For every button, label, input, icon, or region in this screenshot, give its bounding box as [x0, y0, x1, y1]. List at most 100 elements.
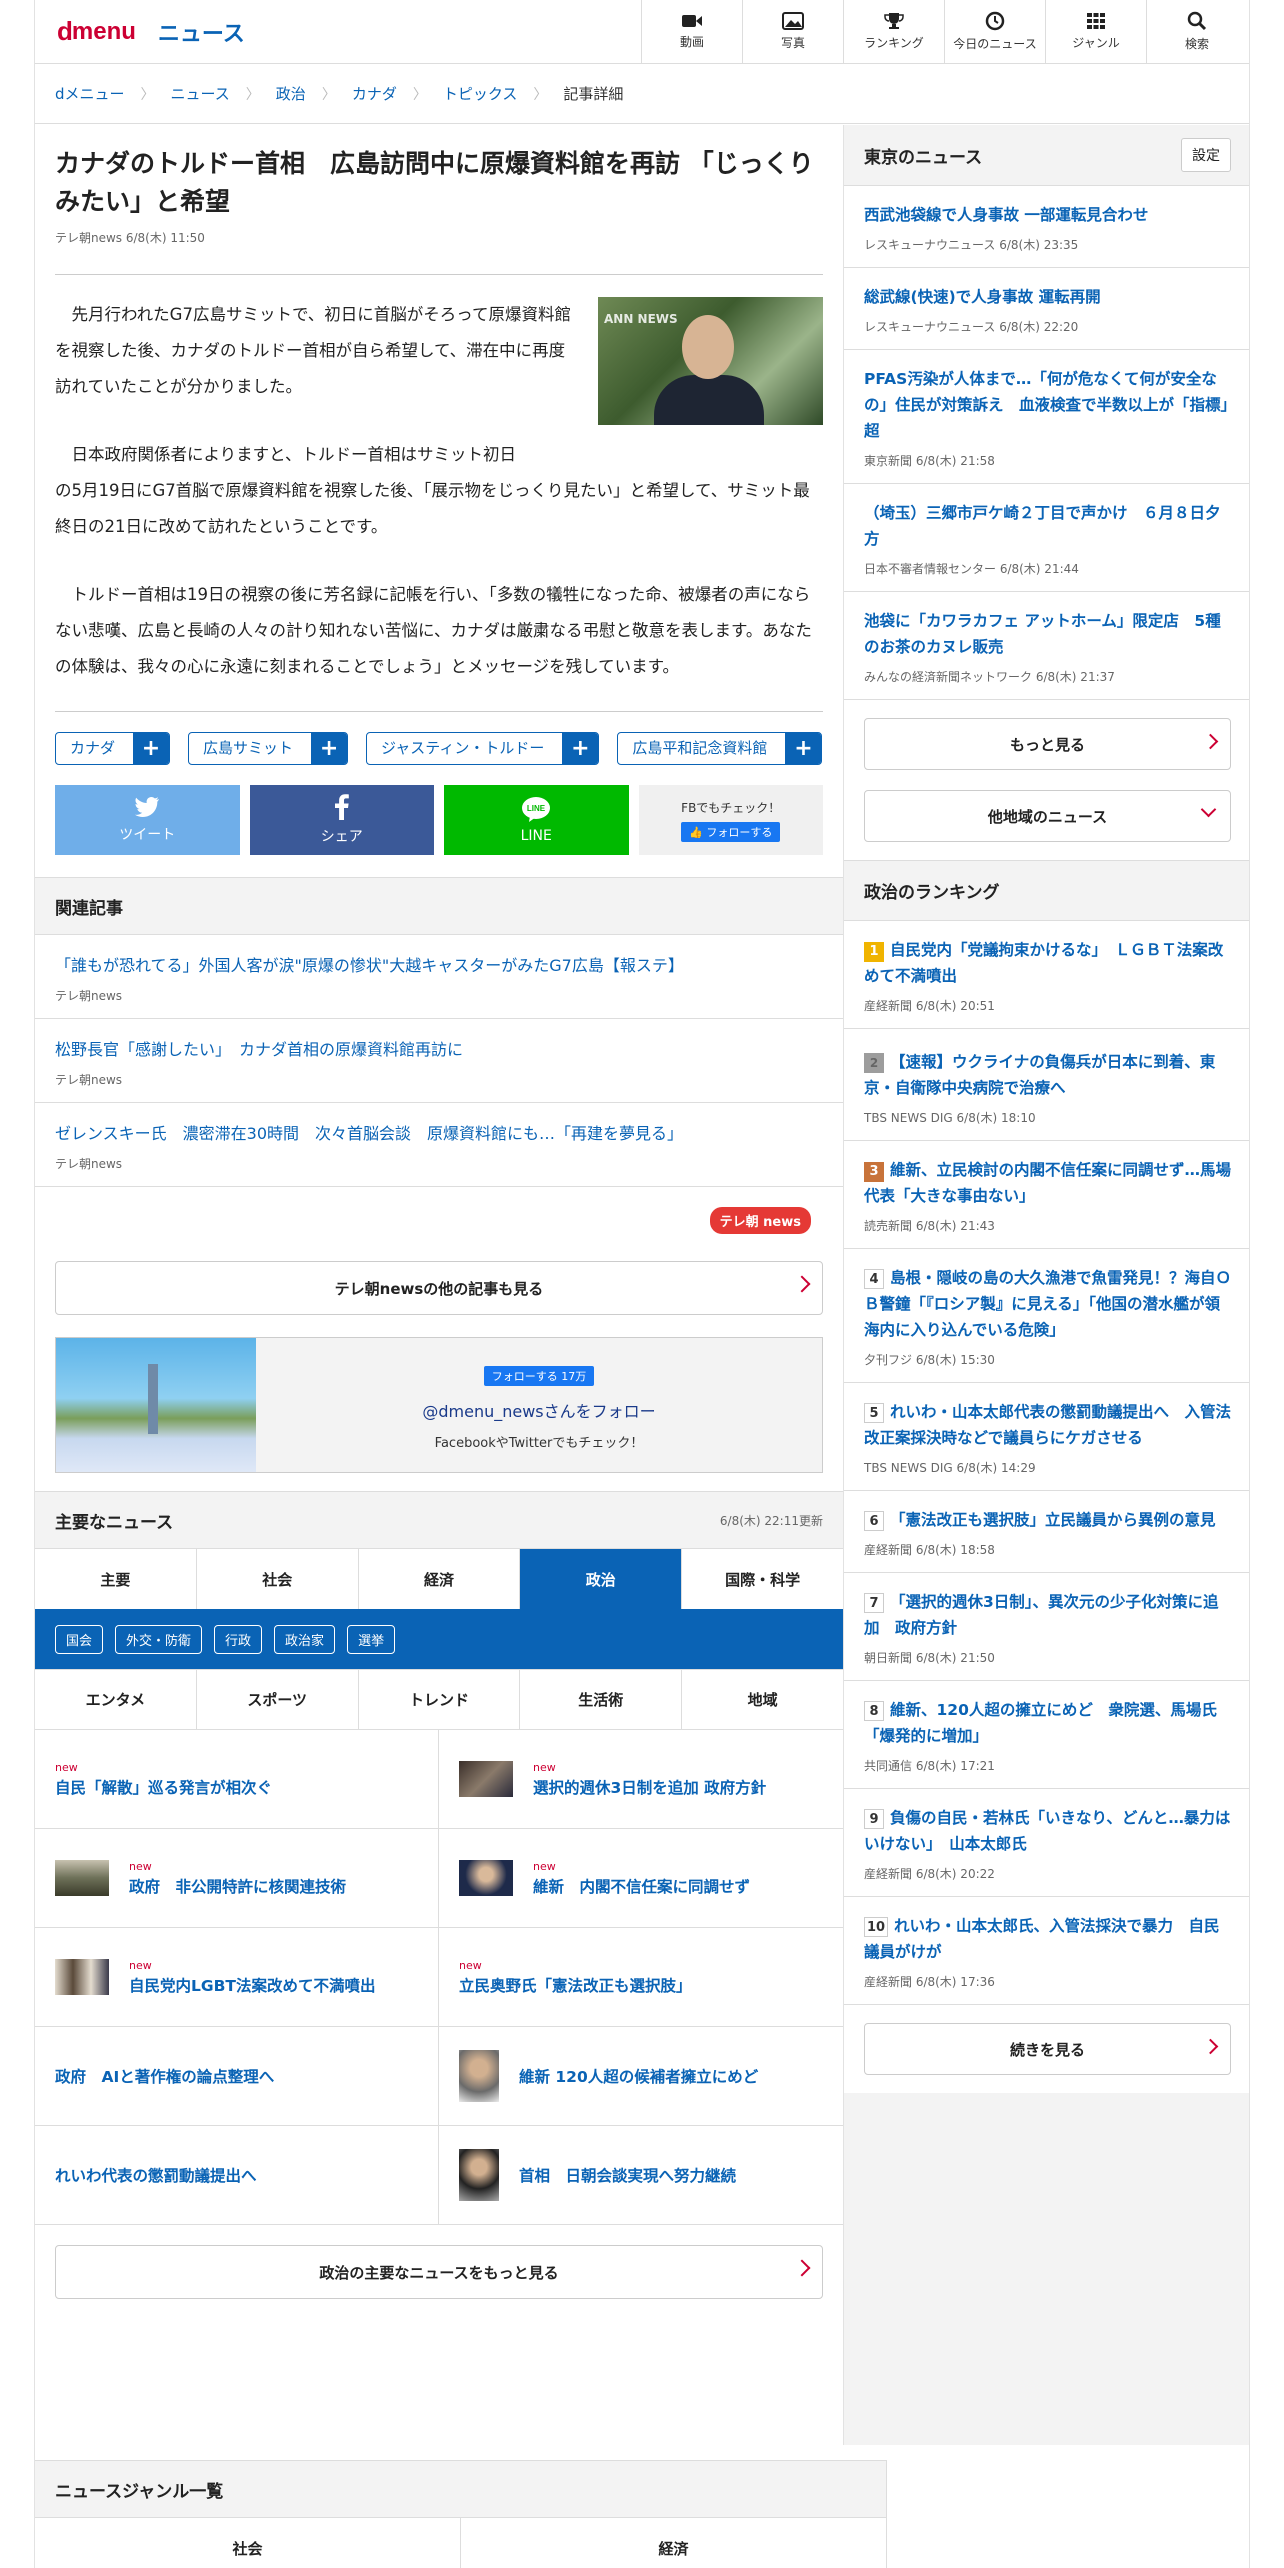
related-title[interactable]: 「誰もが恐れてる」外国人客が涙"原爆の惨状"大越キャスターがみたG7広島【報ステ…: [55, 953, 823, 979]
chip-diplomacy[interactable]: 外交・防衛: [115, 1624, 203, 1654]
related-item[interactable]: 松野長官「感謝したい」 カナダ首相の原爆資料館再訪に テレ朝news: [35, 1019, 843, 1103]
plus-icon[interactable]: +: [785, 733, 822, 764]
ranking-more-button[interactable]: 続きを見る: [864, 2023, 1231, 2075]
ranking-item[interactable]: 7 「選択的週休3日制」、異次元の少子化対策に追加 政府方針 朝日新聞 6/8(木)…: [844, 1572, 1249, 1680]
breadcrumb-politics[interactable]: 政治: [276, 83, 306, 104]
news-cell[interactable]: 首相 日朝会談実現へ努力継続: [439, 2126, 843, 2225]
tab-region[interactable]: 地域: [682, 1670, 843, 1729]
local-news-link[interactable]: 池袋に「カワラカフェ アットホーム」限定店 5種のお茶のカヌレ販売: [864, 608, 1231, 660]
ranking-item[interactable]: 1 自民党内「党議拘束かけるな」 ＬＧＢＴ法案改めて不満噴出 産経新聞 6/8(木)…: [844, 920, 1249, 1028]
ranking-item[interactable]: 2 【速報】ウクライナの負傷兵が日本に到着、東京・自衛隊中央病院で治療へ TBS N…: [844, 1028, 1249, 1140]
tab-lifestyle[interactable]: 生活術: [520, 1670, 683, 1729]
tag-trudeau[interactable]: ジャスティン・トルドー +: [366, 732, 600, 765]
politics-more-button[interactable]: 政治の主要なニュースをもっと見る: [55, 2245, 823, 2299]
plus-icon[interactable]: +: [311, 733, 348, 764]
other-region-button[interactable]: 他地域のニュース: [864, 790, 1231, 842]
article-photo[interactable]: ANN NEWS: [598, 297, 823, 425]
nav-genre[interactable]: ジャンル: [1045, 0, 1146, 64]
news-title[interactable]: 選択的週休3日制を追加 政府方針: [533, 1779, 766, 1797]
news-title[interactable]: 維新 120人超の候補者擁立にめど: [519, 2068, 758, 2086]
ranking-link[interactable]: 維新、120人超の擁立にめど 衆院選、馬場氏「爆発的に増加」: [864, 1701, 1217, 1745]
news-cell[interactable]: 維新 120人超の候補者擁立にめど: [439, 2027, 843, 2126]
chip-diet[interactable]: 国会: [55, 1624, 104, 1654]
nav-photo[interactable]: 写真: [742, 0, 843, 64]
nav-search[interactable]: 検索: [1146, 0, 1247, 64]
breadcrumb-topics[interactable]: トピックス: [443, 83, 518, 104]
news-title[interactable]: 自民「解散」巡る発言が相次ぐ: [55, 1779, 272, 1797]
news-cell[interactable]: new 選択的週休3日制を追加 政府方針: [439, 1730, 843, 1829]
ranking-item[interactable]: 3 維新、立民検討の内閣不信任案に同調せず…馬場代表「大きな事由ない」 読売新聞 6…: [844, 1140, 1249, 1248]
tab-international[interactable]: 国際・科学: [682, 1549, 843, 1609]
tab-economy[interactable]: 経済: [359, 1549, 521, 1609]
provider-more-button[interactable]: テレ朝newsの他の記事も見る: [55, 1261, 823, 1315]
nav-ranking[interactable]: ランキング: [843, 0, 944, 64]
genre-economy[interactable]: 経済: [461, 2518, 887, 2568]
tab-entertainment[interactable]: エンタメ: [35, 1670, 197, 1729]
related-title[interactable]: 松野長官「感謝したい」 カナダ首相の原爆資料館再訪に: [55, 1037, 823, 1063]
fb-follow-button[interactable]: フォローする 17万: [483, 1365, 595, 1386]
line-share-button[interactable]: LINE LINE: [444, 785, 629, 855]
related-item[interactable]: ゼレンスキー氏 濃密滞在30時間 次々首脳会談 原爆資料館にも…「再建を夢見る」…: [35, 1103, 843, 1187]
news-title[interactable]: 政府 AIと著作権の論点整理へ: [55, 2068, 274, 2086]
site-logo[interactable]: d menu ニュース: [35, 16, 641, 48]
breadcrumb-news[interactable]: ニュース: [171, 83, 230, 104]
news-title[interactable]: れいわ代表の懲罰動議提出へ: [55, 2167, 257, 2185]
tab-society[interactable]: 社会: [197, 1549, 359, 1609]
ranking-link[interactable]: 【速報】ウクライナの負傷兵が日本に到着、東京・自衛隊中央病院で治療へ: [864, 1053, 1215, 1097]
local-more-button[interactable]: もっと見る: [864, 718, 1231, 770]
fb-follow-button[interactable]: 👍 フォローする: [681, 821, 781, 842]
local-news-item[interactable]: （埼玉）三郷市戸ケ崎２丁目で声かけ ６月８日夕方 日本不審者情報センター 6/8(…: [844, 483, 1249, 591]
ranking-link[interactable]: 「憲法改正も選択肢」立民議員から異例の意見: [890, 1511, 1216, 1529]
breadcrumb-canada[interactable]: カナダ: [352, 83, 397, 104]
ranking-item[interactable]: 6 「憲法改正も選択肢」立民議員から異例の意見 産経新聞 6/8(木) 18:58: [844, 1490, 1249, 1572]
news-title[interactable]: 首相 日朝会談実現へ努力継続: [519, 2167, 736, 2185]
news-cell[interactable]: 政府 AIと著作権の論点整理へ: [35, 2027, 439, 2126]
ranking-link[interactable]: れいわ・山本太郎代表の懲罰動議提出へ 入管法改正案採決時などで議員らにケガさせる: [864, 1403, 1231, 1447]
settings-button[interactable]: 設定: [1181, 138, 1231, 172]
tag-peace-museum[interactable]: 広島平和記念資料館 +: [617, 732, 823, 765]
ranking-item[interactable]: 4 島根・隠岐の島の大久漁港で魚雷発見！？海自ＯＢ警鐘「『ロシア製』に見える」「他…: [844, 1248, 1249, 1382]
tab-politics[interactable]: 政治: [520, 1549, 683, 1609]
local-news-link[interactable]: 西武池袋線で人身事故 一部運転見合わせ: [864, 202, 1231, 228]
ranking-link[interactable]: 負傷の自民・若林氏「いきなり、どんと…暴力はいけない」 山本太郎氏: [864, 1809, 1230, 1853]
nav-video[interactable]: 動画: [641, 0, 742, 64]
tv-asahi-news-logo[interactable]: テレ朝 news: [709, 1207, 811, 1234]
related-title[interactable]: ゼレンスキー氏 濃密滞在30時間 次々首脳会談 原爆資料館にも…「再建を夢見る」: [55, 1121, 823, 1147]
news-cell[interactable]: new 政府 非公開特許に核関連技術: [35, 1829, 439, 1928]
local-news-link[interactable]: （埼玉）三郷市戸ケ崎２丁目で声かけ ６月８日夕方: [864, 500, 1231, 552]
news-cell[interactable]: new 維新 内閣不信任案に同調せず: [439, 1829, 843, 1928]
plus-icon[interactable]: +: [562, 733, 599, 764]
tag-hiroshima-summit[interactable]: 広島サミット +: [188, 732, 349, 765]
local-news-link[interactable]: PFAS汚染が人体まで…「何が危なくて何が安全なの」住民が対策訴え 血液検査で半…: [864, 366, 1231, 444]
news-cell[interactable]: れいわ代表の懲罰動議提出へ: [35, 2126, 439, 2225]
ranking-item[interactable]: 9 負傷の自民・若林氏「いきなり、どんと…暴力はいけない」 山本太郎氏 産経新聞 6…: [844, 1788, 1249, 1896]
ranking-link[interactable]: 維新、立民検討の内閣不信任案に同調せず…馬場代表「大きな事由ない」: [864, 1161, 1231, 1205]
related-item[interactable]: 「誰もが恐れてる」外国人客が涙"原爆の惨状"大越キャスターがみたG7広島【報ステ…: [35, 935, 843, 1019]
ranking-item[interactable]: 8 維新、120人超の擁立にめど 衆院選、馬場氏「爆発的に増加」 共同通信 6/8(…: [844, 1680, 1249, 1788]
chip-election[interactable]: 選挙: [347, 1624, 396, 1654]
chip-administration[interactable]: 行政: [214, 1624, 263, 1654]
news-title[interactable]: 自民党内LGBT法案改めて不満噴出: [129, 1977, 376, 1995]
local-news-item[interactable]: 西武池袋線で人身事故 一部運転見合わせ レスキューナウニュース 6/8(木) 23…: [844, 185, 1249, 267]
news-cell[interactable]: new 自民党内LGBT法案改めて不満噴出: [35, 1928, 439, 2027]
local-news-item[interactable]: PFAS汚染が人体まで…「何が危なくて何が安全なの」住民が対策訴え 血液検査で半…: [844, 349, 1249, 483]
news-cell[interactable]: new 自民「解散」巡る発言が相次ぐ: [35, 1730, 439, 1829]
tab-sports[interactable]: スポーツ: [197, 1670, 359, 1729]
local-news-item[interactable]: 総武線(快速)で人身事故 運転再開 レスキューナウニュース 6/8(木) 22:2…: [844, 267, 1249, 349]
breadcrumb-dmenu[interactable]: dメニュー: [55, 83, 125, 104]
ranking-link[interactable]: 「選択的週休3日制」、異次元の少子化対策に追加 政府方針: [864, 1593, 1219, 1637]
news-cell[interactable]: new 立民奥野氏「憲法改正も選択肢」: [439, 1928, 843, 2027]
follow-account-link[interactable]: @dmenu_newsさんをフォロー: [422, 1398, 655, 1422]
tab-trend[interactable]: トレンド: [359, 1670, 521, 1729]
local-news-link[interactable]: 総武線(快速)で人身事故 運転再開: [864, 284, 1231, 310]
nav-today[interactable]: 今日のニュース: [944, 0, 1045, 64]
local-news-item[interactable]: 池袋に「カワラカフェ アットホーム」限定店 5種のお茶のカヌレ販売 みんなの経済新…: [844, 591, 1249, 699]
plus-icon[interactable]: +: [133, 733, 170, 764]
tab-main[interactable]: 主要: [35, 1549, 197, 1609]
tweet-button[interactable]: ツイート: [55, 785, 240, 855]
tag-canada[interactable]: カナダ +: [55, 732, 171, 765]
news-title[interactable]: 立民奥野氏「憲法改正も選択肢」: [459, 1977, 692, 1995]
ranking-item[interactable]: 10 れいわ・山本太郎氏、入管法採決で暴力 自民議員がけが 産経新聞 6/8(木) …: [844, 1896, 1249, 2004]
ranking-link[interactable]: 自民党内「党議拘束かけるな」 ＬＧＢＴ法案改めて不満噴出: [864, 941, 1223, 985]
chip-politicians[interactable]: 政治家: [274, 1624, 336, 1654]
